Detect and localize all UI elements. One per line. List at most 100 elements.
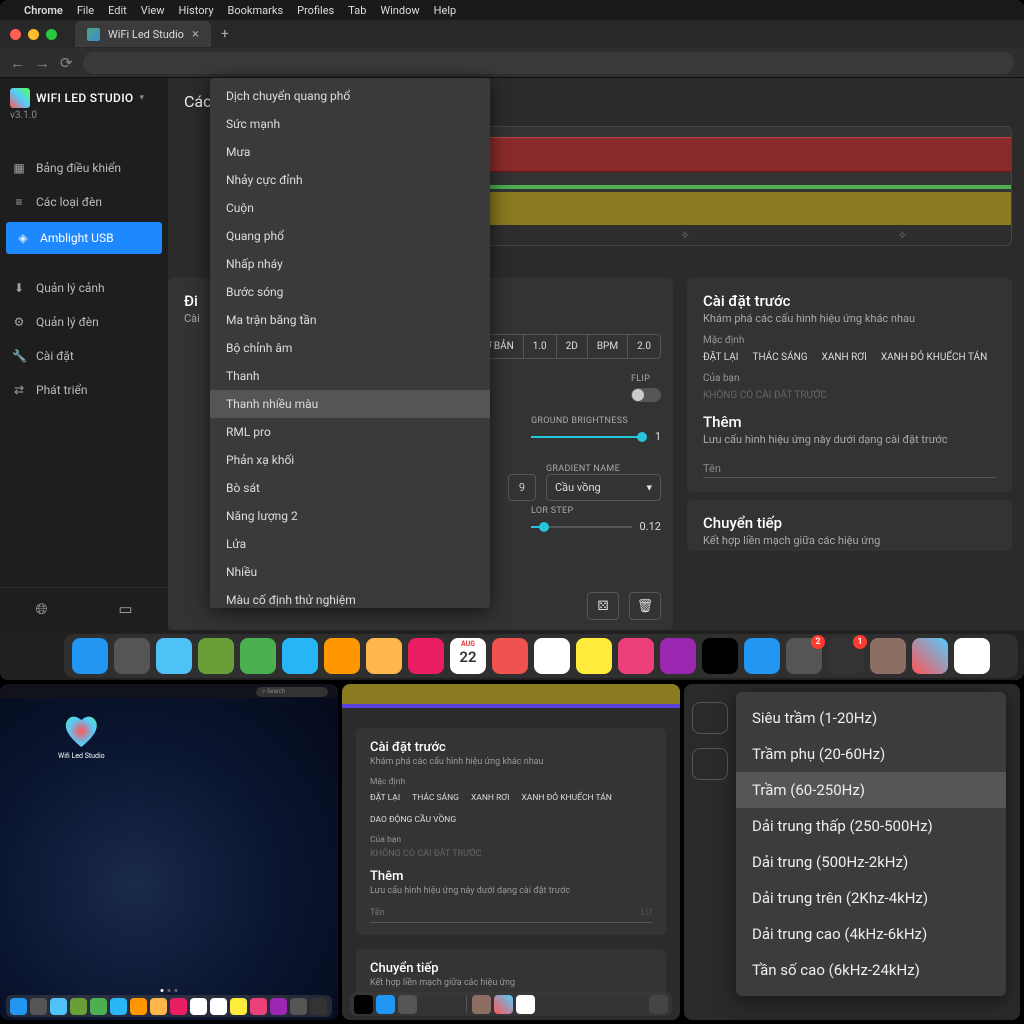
preset-name-input[interactable]: Tên [703,456,996,478]
dropdown-option[interactable]: Thanh [210,362,490,390]
dropdown-option[interactable]: Năng lượng 2 [210,502,490,530]
frequency-option[interactable]: Dải trung (500Hz-2kHz) [736,844,1006,880]
dropdown-option[interactable]: Ma trận băng tần [210,306,490,334]
menubar-item[interactable]: Window [380,4,419,17]
dock-app[interactable] [210,998,227,1015]
dropdown-option[interactable]: Lửa [210,530,490,558]
frequency-dropdown[interactable]: Siêu trầm (1-20Hz)Trầm phụ (20-60Hz)Trầm… [736,692,1006,996]
preset-chip[interactable]: ĐẶT LẠI [370,793,400,803]
menubar-item[interactable]: File [77,4,94,17]
menubar-item[interactable]: Help [434,4,457,17]
desktop-app-icon[interactable]: Wifi Led Studio [58,714,105,760]
preset-chip[interactable]: XANH ĐỎ KHUẾCH TÁN [521,793,611,803]
frequency-option[interactable]: Dải trung thấp (250-500Hz) [736,808,1006,844]
sidebar-item-develop[interactable]: ⇄Phát triển [0,373,168,407]
dock-app[interactable] [170,998,187,1015]
chip[interactable]: 2.0 [627,335,660,358]
dropdown-option[interactable]: Dịch chuyển quang phổ [210,82,490,110]
dropdown-option[interactable]: Mưa [210,138,490,166]
dock-app[interactable] [72,638,108,674]
forward-icon[interactable]: → [35,54,50,72]
menubar-item[interactable]: History [179,4,214,17]
dock-app[interactable] [114,638,150,674]
dock-app[interactable] [10,998,27,1015]
dock-app[interactable] [420,995,439,1014]
dock-app[interactable] [398,995,417,1014]
close-window-button[interactable] [10,29,21,40]
sidebar-item-lights[interactable]: ≡Các loại đèn [0,185,168,219]
numeric-field[interactable]: 9 [508,474,536,501]
dock-app[interactable] [324,638,360,674]
dock-app[interactable] [198,638,234,674]
sidebar-item-scenes[interactable]: ⬇Quản lý cảnh [0,271,168,305]
menubar-item[interactable]: Profiles [297,4,334,17]
dock-app[interactable] [70,998,87,1015]
dock-app[interactable] [744,638,780,674]
dock-app[interactable] [660,638,696,674]
spotlight-search[interactable]: ⌕ Search [256,687,328,697]
dock-app[interactable] [576,638,612,674]
dropdown-option[interactable]: Nhiều [210,558,490,586]
dock-app[interactable] [702,638,738,674]
dock-app[interactable] [354,995,373,1014]
dock-app[interactable] [618,638,654,674]
colorstep-slider[interactable] [531,526,632,528]
dock-app[interactable]: AUG22 [450,638,486,674]
frequency-option[interactable]: Tần số cao (6kHz-24kHz) [736,952,1006,988]
omnibox[interactable] [83,52,1014,74]
dock-app[interactable] [30,998,47,1015]
dock-app[interactable] [954,638,990,674]
dock-app[interactable] [90,998,107,1015]
menubar-item[interactable]: Tab [348,4,366,17]
frequency-option[interactable]: Trầm phụ (20-60Hz) [736,736,1006,772]
frequency-option[interactable]: Trầm (60-250Hz) [736,772,1006,808]
back-icon[interactable]: ← [10,54,25,72]
gradient-select[interactable]: Cầu vồng▾ [546,474,661,501]
dropdown-option[interactable]: Bò sát [210,474,490,502]
preset-chip[interactable]: XANH RƠI [471,793,510,803]
frequency-option[interactable]: Siêu trầm (1-20Hz) [736,700,1006,736]
dock-app[interactable] [492,638,528,674]
dropdown-option[interactable]: Màu cố định thử nghiệm [210,586,490,608]
dropdown-option[interactable]: RML pro [210,418,490,446]
sidebar-item-light-mgr[interactable]: ⚙Quản lý đèn [0,305,168,339]
dock-app[interactable] [150,998,167,1015]
dock-app[interactable] [190,998,207,1015]
new-tab-button[interactable]: + [211,26,239,42]
sidebar-item-amblight[interactable]: ◈Amblight USB [6,222,162,254]
dock-app[interactable] [290,998,307,1015]
dropdown-option[interactable]: Nhấp nháy [210,250,490,278]
preset-chip[interactable]: ĐẶT LẠI [703,352,738,363]
chip[interactable]: 1.0 [523,335,556,358]
dock-app[interactable] [376,995,395,1014]
preset-chip[interactable]: THÁC SÁNG [752,352,807,363]
preset-chip[interactable]: XANH ĐỎ KHUẾCH TÁN [881,352,987,363]
frequency-option[interactable]: Dải trung cao (4kHz-6kHz) [736,916,1006,952]
dropdown-option[interactable]: Quang phổ [210,222,490,250]
chip[interactable]: 2D [556,335,587,358]
dock-app[interactable] [310,998,327,1015]
dropdown-option[interactable]: Bộ chỉnh âm [210,334,490,362]
menubar-item[interactable]: Edit [108,4,127,17]
dock-app[interactable] [250,998,267,1015]
dock-app[interactable] [156,638,192,674]
chip[interactable]: BPM [587,335,627,358]
dock-app[interactable] [538,995,557,1014]
dropdown-option[interactable]: Sức mạnh [210,110,490,138]
dock-app[interactable] [494,995,513,1014]
globe-icon[interactable]: 🌐︎ [35,600,47,618]
dock-app[interactable] [442,995,461,1014]
dropdown-option[interactable]: Thanh nhiều màu [210,390,490,418]
dock-app[interactable] [110,998,127,1015]
menubar-item[interactable]: Bookmarks [228,4,284,17]
chat-icon[interactable]: ▭ [118,600,132,618]
dropdown-option[interactable]: Cuộn [210,194,490,222]
dropdown-option[interactable]: Phản xạ khối [210,446,490,474]
brightness-slider[interactable] [531,436,645,438]
dock-app[interactable] [408,638,444,674]
dock-app[interactable] [366,638,402,674]
frequency-option[interactable]: Dải trung trên (2Khz-4kHz) [736,880,1006,916]
dock-app[interactable] [870,638,906,674]
dock-app[interactable]: 2 [786,638,822,674]
trash-icon[interactable] [649,995,668,1014]
